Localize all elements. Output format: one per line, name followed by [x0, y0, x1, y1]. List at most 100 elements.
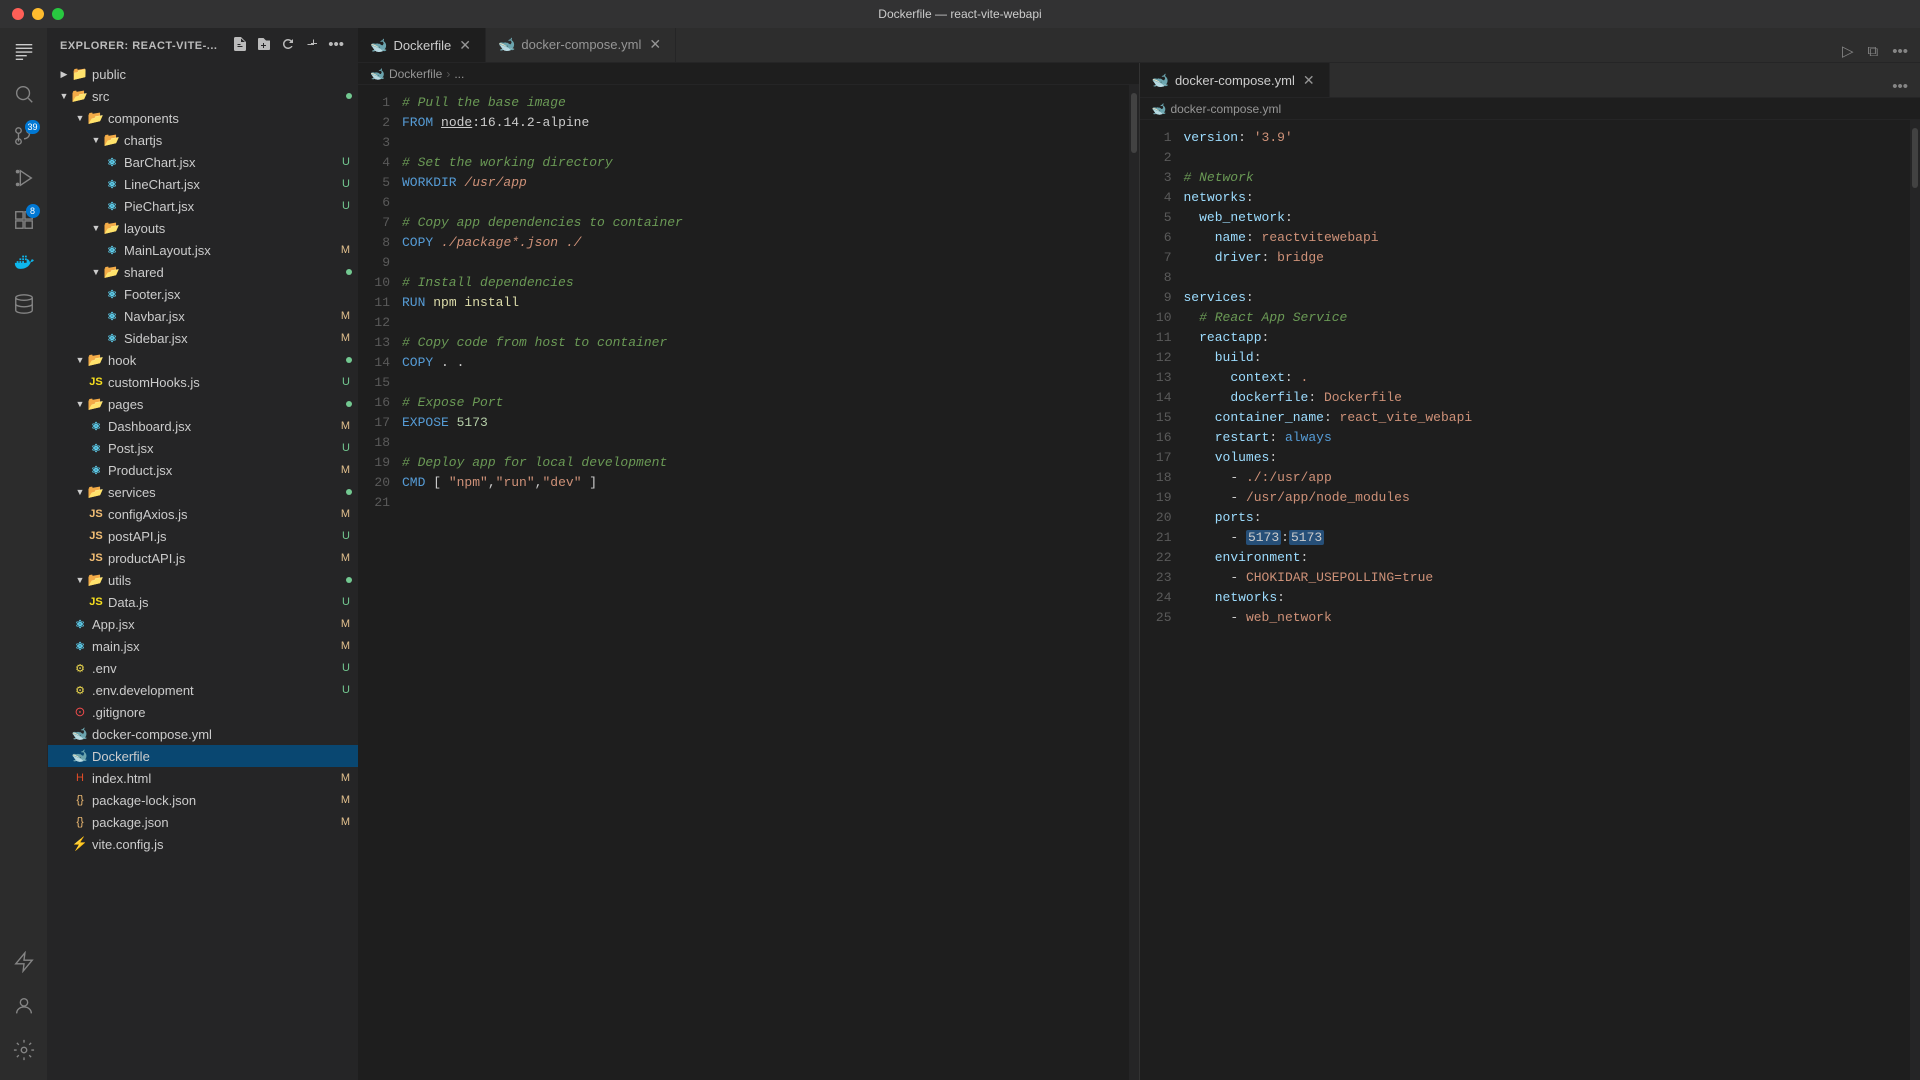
tree-item-indexhtml[interactable]: H index.html M: [48, 767, 358, 789]
tree-label: customHooks.js: [108, 375, 342, 390]
git-badge: M: [341, 618, 350, 630]
tree-label: App.jsx: [92, 617, 341, 632]
activity-remote[interactable]: [4, 942, 44, 982]
folder-icon: 📂: [88, 352, 104, 368]
more-actions-icon[interactable]: •••: [326, 34, 346, 58]
tree-label: shared: [124, 265, 346, 280]
activity-docker[interactable]: [4, 242, 44, 282]
collapse-icon[interactable]: [302, 34, 322, 58]
git-badge: U: [342, 662, 350, 674]
activity-extensions[interactable]: 8: [4, 200, 44, 240]
tree-item-components[interactable]: ▼ 📂 components: [48, 107, 358, 129]
tree-item-utils[interactable]: ▼ 📂 utils: [48, 569, 358, 591]
activity-run-debug[interactable]: [4, 158, 44, 198]
tree-item-hook[interactable]: ▼ 📂 hook: [48, 349, 358, 371]
tree-item-barchart[interactable]: ⚛ BarChart.jsx U: [48, 151, 358, 173]
tree-item-navbar[interactable]: ⚛ Navbar.jsx M: [48, 305, 358, 327]
window-controls: [12, 8, 64, 20]
tree-item-mainlayout[interactable]: ⚛ MainLayout.jsx M: [48, 239, 358, 261]
tree-item-public[interactable]: ▶ 📁 public: [48, 63, 358, 85]
git-badge: U: [342, 156, 350, 168]
tree-item-envdev[interactable]: ⚙ .env.development U: [48, 679, 358, 701]
tree-label: package.json: [92, 815, 341, 830]
code-content-dockerfile[interactable]: # Pull the base image FROM node:16.14.2-…: [398, 85, 1129, 1080]
file-icon: JS: [88, 374, 104, 390]
tab-close-icon[interactable]: ✕: [457, 37, 473, 54]
activity-explorer[interactable]: [4, 32, 44, 72]
tab-right-dockercompose[interactable]: 🐋 docker-compose.yml ✕: [1140, 63, 1330, 97]
tree-item-linechart[interactable]: ⚛ LineChart.jsx U: [48, 173, 358, 195]
git-badge: U: [342, 530, 350, 542]
git-badge: M: [341, 772, 350, 784]
code-area-dockerfile[interactable]: 12345 678910 1112131415 1617181920 21 # …: [358, 85, 1139, 1080]
tab-close-icon[interactable]: ✕: [1301, 72, 1317, 89]
activity-database[interactable]: [4, 284, 44, 324]
tabs-bar: 🐋 Dockerfile ✕ 🐋 docker-compose.yml ✕ ▷ …: [358, 28, 1920, 63]
file-icon: {}: [72, 792, 88, 808]
editors-panels: 🐋 Dockerfile › ... 12345 678910 11121314…: [358, 63, 1920, 1080]
scrollbar-dockerfile[interactable]: [1129, 85, 1139, 1080]
tree-item-packagejson[interactable]: {} package.json M: [48, 811, 358, 833]
more-actions-right-icon[interactable]: •••: [1888, 76, 1912, 97]
close-button[interactable]: [12, 8, 24, 20]
new-folder-icon[interactable]: [254, 34, 274, 58]
tree-item-postapi[interactable]: JS postAPI.js U: [48, 525, 358, 547]
activity-accounts[interactable]: [4, 986, 44, 1026]
chevron-down-icon: ▼: [72, 110, 88, 126]
activity-search[interactable]: [4, 74, 44, 114]
tree-item-packagelock[interactable]: {} package-lock.json M: [48, 789, 358, 811]
tree-item-post[interactable]: ⚛ Post.jsx U: [48, 437, 358, 459]
tree-item-dockercompose-file[interactable]: 🐋 docker-compose.yml: [48, 723, 358, 745]
tree-label: Data.js: [108, 595, 342, 610]
modified-dot: [346, 401, 352, 407]
tab-close-icon[interactable]: ✕: [647, 36, 663, 53]
tree-item-dockerfile[interactable]: 🐋 Dockerfile: [48, 745, 358, 767]
tree-item-gitignore[interactable]: ⊙ .gitignore: [48, 701, 358, 723]
tree-item-footer[interactable]: ⚛ Footer.jsx: [48, 283, 358, 305]
tree-label: .env.development: [92, 683, 342, 698]
tree-item-app[interactable]: ⚛ App.jsx M: [48, 613, 358, 635]
tab-dockercompose[interactable]: 🐋 docker-compose.yml ✕: [486, 28, 676, 62]
tree-item-pages[interactable]: ▼ 📂 pages: [48, 393, 358, 415]
tree-label: index.html: [92, 771, 341, 786]
split-editor-icon[interactable]: ⧉: [1864, 41, 1883, 62]
git-badge: M: [341, 244, 350, 256]
git-badge: U: [342, 684, 350, 696]
tree-item-dashboard[interactable]: ⚛ Dashboard.jsx M: [48, 415, 358, 437]
tree-item-data[interactable]: JS Data.js U: [48, 591, 358, 613]
activity-source-control[interactable]: 39: [4, 116, 44, 156]
tree-item-sidebar-file[interactable]: ⚛ Sidebar.jsx M: [48, 327, 358, 349]
tree-item-shared[interactable]: ▼ 📂 shared: [48, 261, 358, 283]
git-badge: U: [342, 596, 350, 608]
tree-item-viteconfig[interactable]: ⚡ vite.config.js: [48, 833, 358, 855]
file-icon: ⚡: [72, 836, 88, 852]
tree-item-customhooks[interactable]: JS customHooks.js U: [48, 371, 358, 393]
tree-item-productapi[interactable]: JS productAPI.js M: [48, 547, 358, 569]
tree-item-main[interactable]: ⚛ main.jsx M: [48, 635, 358, 657]
activity-settings[interactable]: [4, 1030, 44, 1070]
run-icon[interactable]: ▷: [1838, 40, 1858, 62]
code-area-dockercompose[interactable]: 12345 678910 1112131415 1617181920 21222…: [1140, 120, 1920, 1080]
scrollbar-dockercompose[interactable]: [1910, 120, 1920, 1080]
tab-dockerfile[interactable]: 🐋 Dockerfile ✕: [358, 28, 486, 62]
tree-item-layouts[interactable]: ▼ 📂 layouts: [48, 217, 358, 239]
minimize-button[interactable]: [32, 8, 44, 20]
tree-item-piechart[interactable]: ⚛ PieChart.jsx U: [48, 195, 358, 217]
tree-item-src[interactable]: ▼ 📂 src: [48, 85, 358, 107]
code-content-dockercompose[interactable]: version: '3.9' # Network networks: web_n…: [1180, 120, 1911, 1080]
folder-icon: 📂: [104, 220, 120, 236]
maximize-button[interactable]: [52, 8, 64, 20]
file-icon: ⚛: [104, 176, 120, 192]
breadcrumb-file: docker-compose.yml: [1170, 102, 1281, 116]
new-file-icon[interactable]: [230, 34, 250, 58]
more-actions-icon[interactable]: •••: [1888, 41, 1912, 62]
tree-label: Product.jsx: [108, 463, 341, 478]
tree-item-env[interactable]: ⚙ .env U: [48, 657, 358, 679]
tree-item-chartjs[interactable]: ▼ 📂 chartjs: [48, 129, 358, 151]
tab-label: Dockerfile: [393, 38, 451, 53]
tree-label: chartjs: [124, 133, 358, 148]
tree-item-services[interactable]: ▼ 📂 services: [48, 481, 358, 503]
tree-item-configaxios[interactable]: JS configAxios.js M: [48, 503, 358, 525]
tree-item-product[interactable]: ⚛ Product.jsx M: [48, 459, 358, 481]
refresh-icon[interactable]: [278, 34, 298, 58]
